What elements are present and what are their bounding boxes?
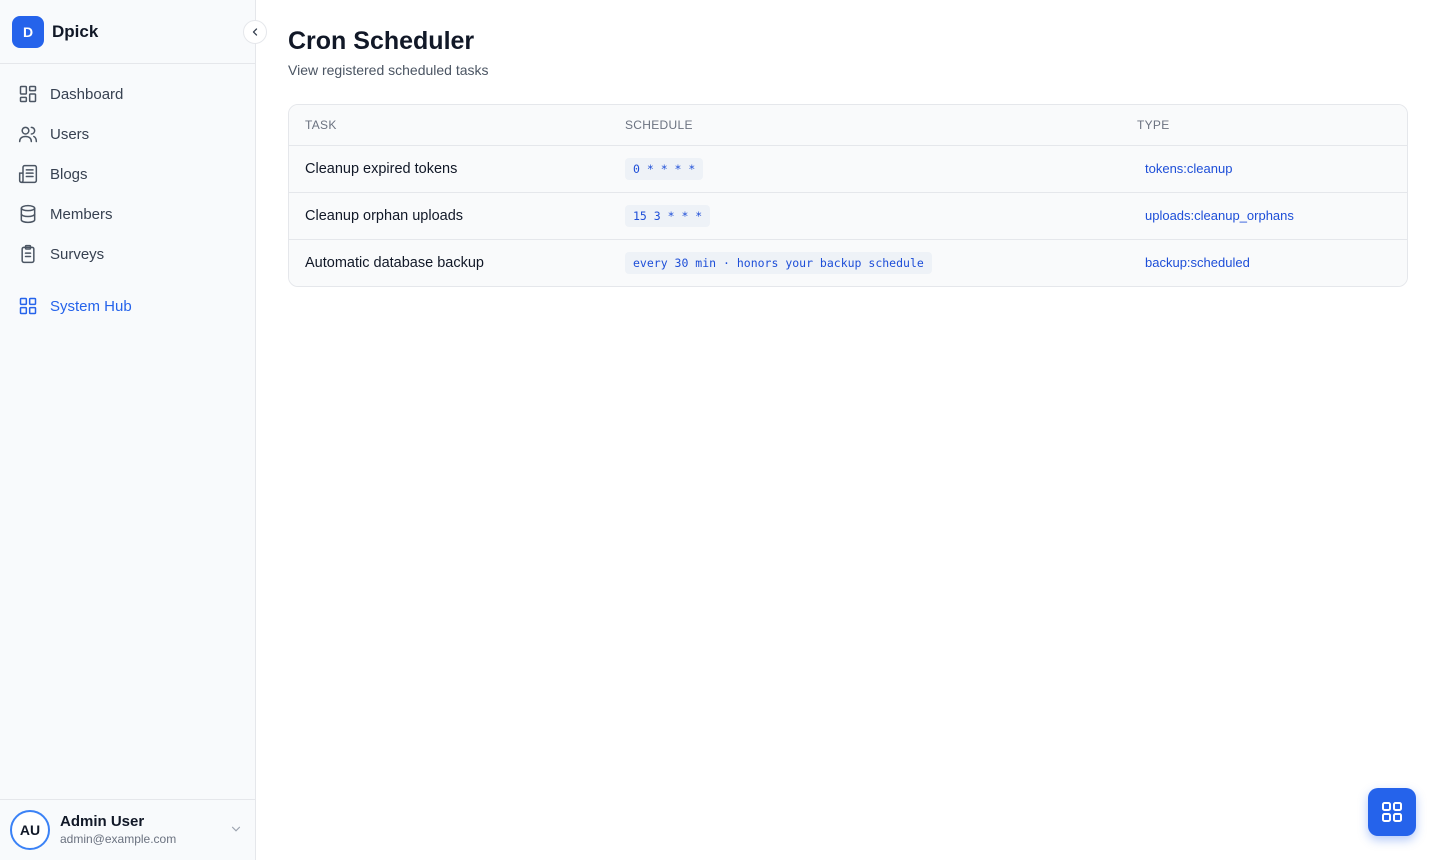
sidebar-item-blogs[interactable]: Blogs	[8, 154, 247, 194]
sidebar-item-label: Surveys	[50, 245, 105, 263]
user-info: Admin User admin@example.com	[60, 813, 176, 847]
avatar: AU	[10, 810, 50, 850]
clipboard-icon	[18, 244, 38, 264]
column-header-type: TYPE	[1121, 105, 1407, 146]
database-icon	[18, 204, 38, 224]
task-type: backup:scheduled	[1145, 254, 1250, 270]
users-icon	[18, 124, 38, 144]
sidebar-item-label: Blogs	[50, 165, 88, 183]
sidebar-nav: Dashboard Users Blogs Members Surveys Sy…	[0, 64, 255, 326]
schedule-code: 0 * * * *	[625, 157, 704, 180]
main-content: Cron Scheduler View registered scheduled…	[256, 0, 1440, 860]
table-row[interactable]: Automatic database backup every 30 min ·…	[289, 239, 1407, 286]
schedule-code: every 30 min · honors your backup schedu…	[625, 251, 932, 274]
brand-name: Dpick	[52, 21, 99, 41]
sidebar-item-label: Members	[50, 205, 113, 223]
sidebar-item-system-hub[interactable]: System Hub	[8, 286, 247, 326]
sidebar-item-dashboard[interactable]: Dashboard	[8, 74, 247, 114]
table-header-row: TASK SCHEDULE TYPE	[289, 105, 1407, 146]
brand-logo: D	[12, 15, 44, 48]
sidebar-item-surveys[interactable]: Surveys	[8, 234, 247, 274]
tasks-table: TASK SCHEDULE TYPE Cleanup expired token…	[289, 105, 1407, 286]
page-title: Cron Scheduler	[288, 27, 475, 55]
schedule-cell: every 30 min · honors your backup schedu…	[609, 239, 1121, 286]
tasks-table-card: TASK SCHEDULE TYPE Cleanup expired token…	[288, 104, 1408, 287]
user-email: admin@example.com	[60, 832, 177, 846]
table-row[interactable]: Cleanup orphan uploads 15 3 * * * upload…	[289, 192, 1407, 240]
grid-icon	[1382, 802, 1402, 822]
user-name: Admin User	[60, 813, 145, 830]
sidebar-item-label: Users	[50, 125, 90, 143]
column-header-task: TASK	[289, 105, 609, 146]
user-menu[interactable]: AU Admin User admin@example.com	[0, 799, 255, 860]
task-name: Automatic database backup	[289, 239, 609, 286]
collapse-sidebar-button[interactable]	[243, 20, 267, 44]
task-type: tokens:cleanup	[1145, 160, 1233, 176]
task-type: uploads:cleanup_orphans	[1145, 207, 1294, 223]
schedule-cell: 15 3 * * *	[609, 192, 1121, 240]
type-cell: tokens:cleanup	[1121, 145, 1407, 193]
column-header-schedule: SCHEDULE	[609, 105, 1121, 146]
schedule-code: 15 3 * * *	[625, 204, 711, 227]
sidebar-item-label: Dashboard	[50, 85, 124, 103]
task-name: Cleanup expired tokens	[289, 145, 609, 193]
sidebar-item-users[interactable]: Users	[8, 114, 247, 154]
table-row[interactable]: Cleanup expired tokens 0 * * * * tokens:…	[289, 145, 1407, 193]
grid-icon	[18, 296, 38, 316]
dashboard-icon	[18, 84, 38, 104]
apps-launcher-button[interactable]	[1368, 788, 1416, 836]
type-cell: backup:scheduled	[1121, 239, 1407, 286]
chevron-down-icon	[229, 822, 243, 841]
nav-divider	[8, 274, 247, 286]
type-cell: uploads:cleanup_orphans	[1121, 192, 1407, 240]
app-root: D Dpick Dashboard Users Blogs Members Su…	[0, 0, 1440, 860]
schedule-cell: 0 * * * *	[609, 145, 1121, 193]
page-subtitle: View registered scheduled tasks	[288, 62, 489, 78]
sidebar: D Dpick Dashboard Users Blogs Members Su…	[0, 0, 267, 860]
brand: D Dpick	[0, 0, 267, 64]
newspaper-icon	[18, 164, 38, 184]
sidebar-item-label: System Hub	[50, 297, 132, 315]
chevron-left-icon	[252, 28, 258, 36]
task-name: Cleanup orphan uploads	[289, 192, 609, 240]
sidebar-item-members[interactable]: Members	[8, 194, 247, 234]
